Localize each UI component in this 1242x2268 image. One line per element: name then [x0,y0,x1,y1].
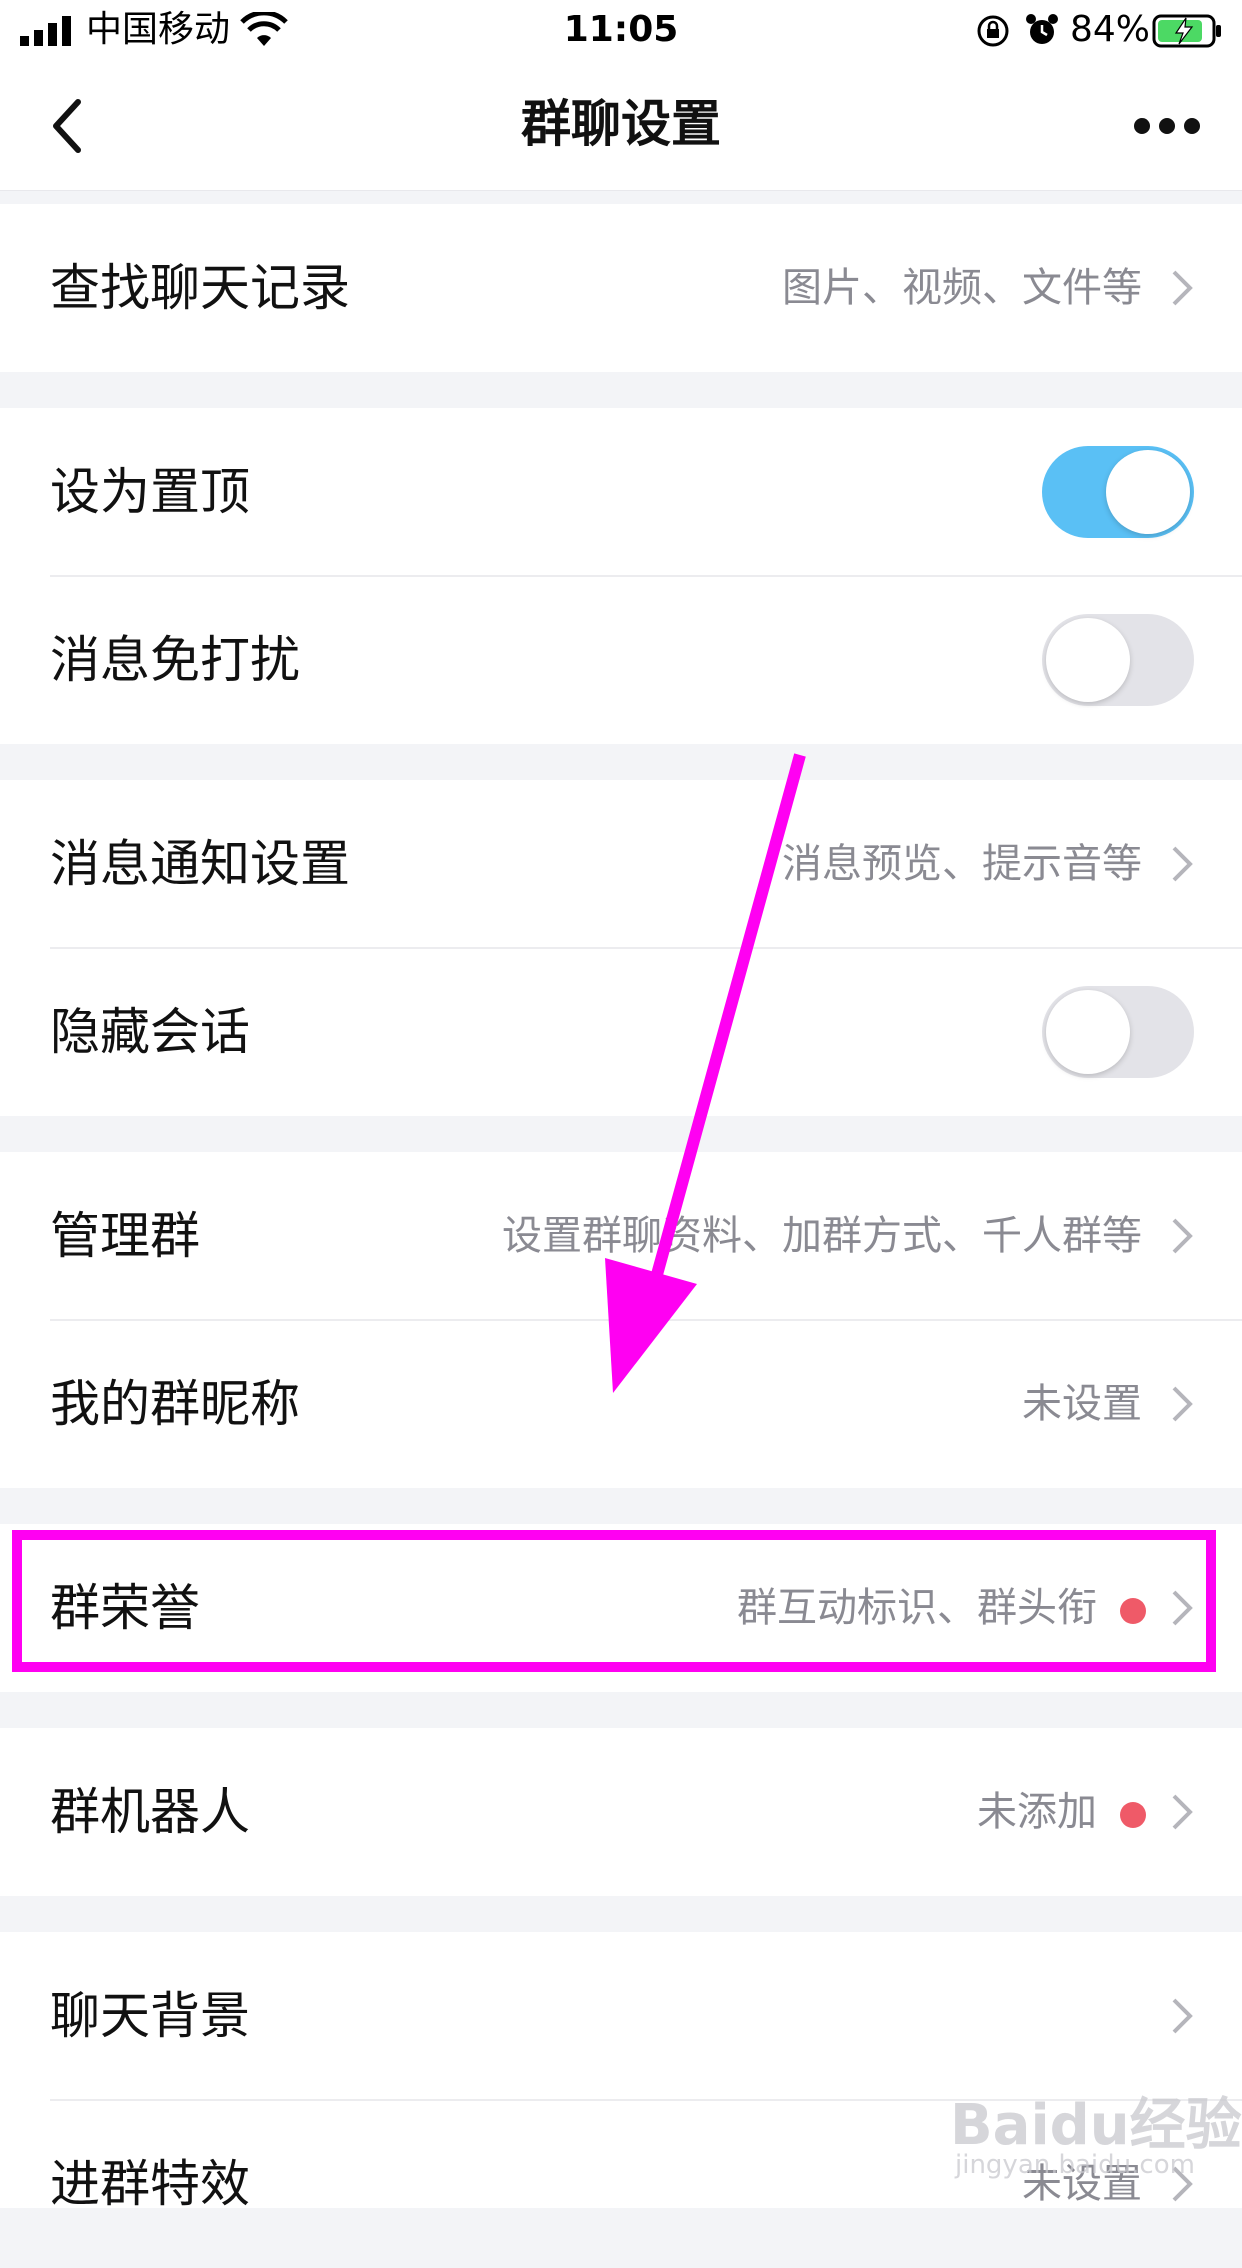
group-robot-row[interactable]: 群机器人 未添加 [0,1728,1242,1896]
manage-group-hint: 设置群聊资料、加群方式、千人群等 [502,1213,1142,1259]
group-robot-label: 群机器人 [50,1783,250,1841]
search-history-label: 查找聊天记录 [50,259,350,317]
pin-to-top-label: 设为置顶 [50,463,250,521]
chevron-right-icon [1172,1218,1193,1254]
chevron-right-icon [1172,1794,1193,1830]
do-not-disturb-toggle[interactable] [1042,614,1194,706]
notification-settings-hint: 消息预览、提示音等 [782,841,1142,887]
status-bar: 中国移动 11:05 84% [0,0,1242,62]
notification-settings-label: 消息通知设置 [50,835,350,893]
alarm-icon [1026,14,1058,44]
pin-dnd-group: 设为置顶 消息免打扰 [0,408,1242,744]
watermark-logo: Baidu经验 [950,2093,1242,2158]
chevron-right-icon [1172,846,1193,882]
manage-group: 管理群 设置群聊资料、加群方式、千人群等 我的群昵称 未设置 [0,1152,1242,1488]
robot-group: 群机器人 未添加 [0,1728,1242,1896]
search-history-hint: 图片、视频、文件等 [782,265,1142,311]
notify-hide-group: 消息通知设置 消息预览、提示音等 隐藏会话 [0,780,1242,1116]
annotation-highlight-box [12,1530,1216,1672]
pin-to-top-row: 设为置顶 [0,408,1242,576]
do-not-disturb-row: 消息免打扰 [0,576,1242,744]
manage-group-label: 管理群 [50,1207,200,1265]
notification-settings-row[interactable]: 消息通知设置 消息预览、提示音等 [0,780,1242,948]
search-group: 查找聊天记录 图片、视频、文件等 [0,204,1242,372]
chevron-right-icon [1172,1998,1193,2034]
search-history-row[interactable]: 查找聊天记录 图片、视频、文件等 [0,204,1242,372]
toggle-knob [1106,450,1190,534]
chat-background-row[interactable]: 聊天背景 [0,1932,1242,2100]
join-effect-label: 进群特效 [50,2155,250,2213]
toggle-knob [1046,618,1130,702]
manage-group-row[interactable]: 管理群 设置群聊资料、加群方式、千人群等 [0,1152,1242,1320]
chevron-right-icon [1172,270,1193,306]
group-nickname-label: 我的群昵称 [50,1375,300,1433]
more-options-icon[interactable] [1132,114,1202,138]
group-nickname-row[interactable]: 我的群昵称 未设置 [0,1320,1242,1488]
page-title: 群聊设置 [521,95,721,153]
battery-icon [1152,14,1221,48]
hide-chat-row: 隐藏会话 [0,948,1242,1116]
battery-percent: 84% [1070,9,1151,50]
nav-bar: 群聊设置 [0,62,1242,191]
chevron-right-icon [1172,1386,1193,1422]
group-robot-value: 未添加 [977,1789,1097,1835]
toggle-knob [1046,990,1130,1074]
pin-to-top-toggle[interactable] [1042,446,1194,538]
group-nickname-value: 未设置 [1022,1381,1142,1427]
red-dot-badge [1120,1802,1146,1828]
hide-chat-toggle[interactable] [1042,986,1194,1078]
orientation-lock-icon [977,15,1009,47]
hide-chat-label: 隐藏会话 [50,1003,250,1061]
do-not-disturb-label: 消息免打扰 [50,631,300,689]
chat-background-label: 聊天背景 [50,1987,250,2045]
watermark-url: jingyan.baidu.com [955,2150,1195,2180]
